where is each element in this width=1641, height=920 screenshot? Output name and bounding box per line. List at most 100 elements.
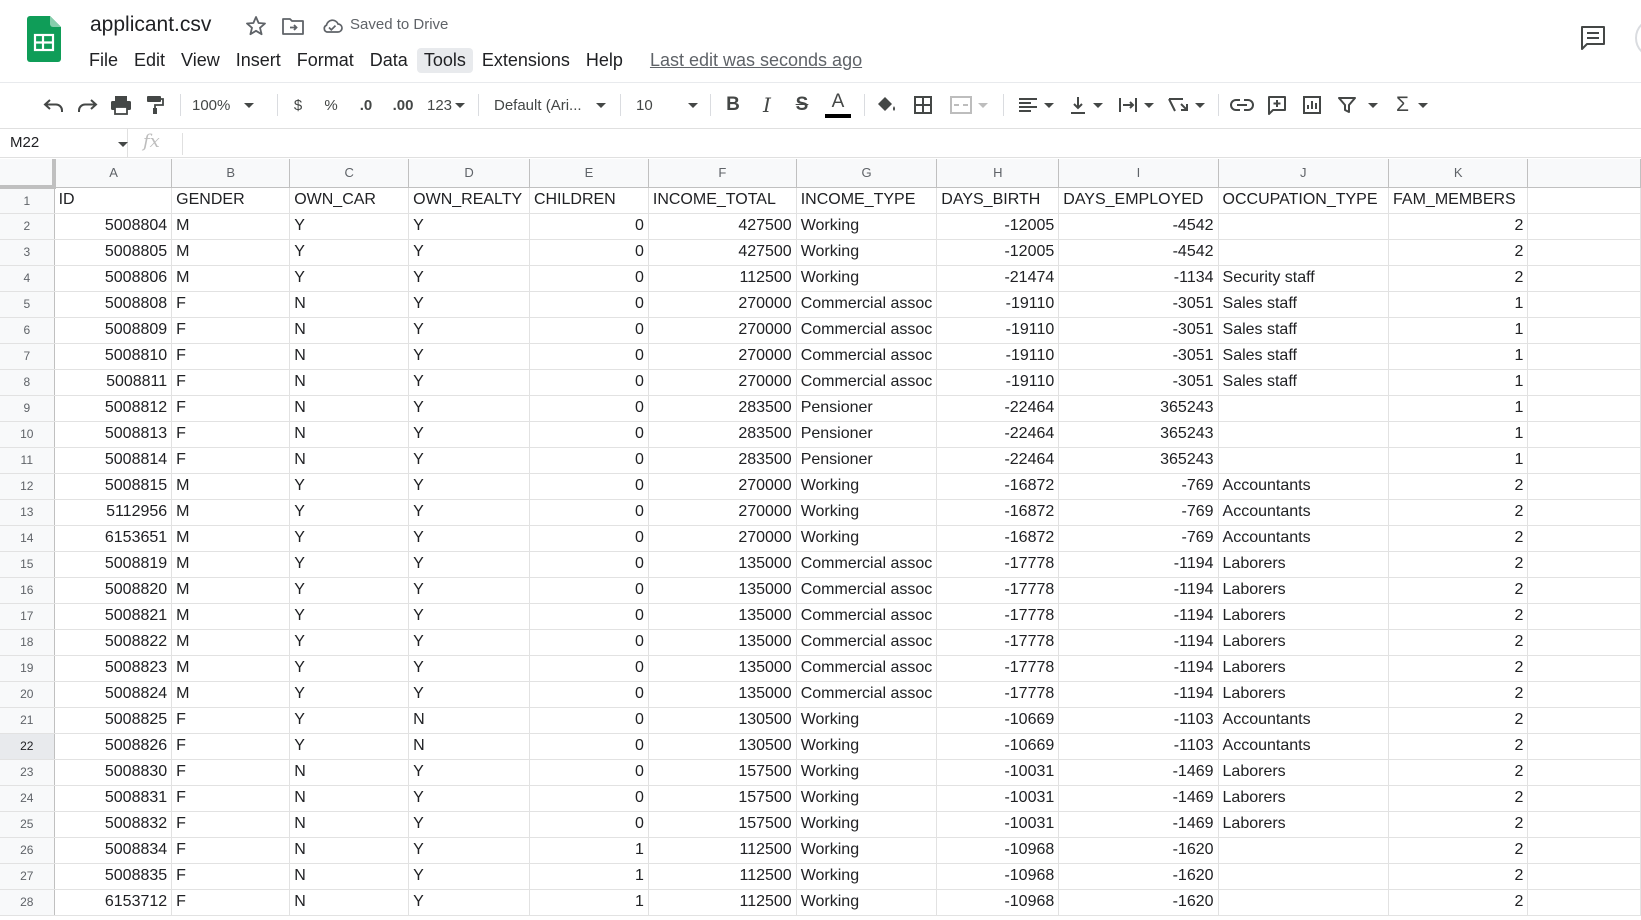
- cell[interactable]: [1527, 603, 1641, 630]
- cell[interactable]: Laborers: [1218, 681, 1390, 708]
- cell[interactable]: 2: [1388, 811, 1529, 838]
- cell[interactable]: Working: [796, 239, 938, 266]
- menu-format[interactable]: Format: [290, 48, 361, 73]
- cell[interactable]: 365243: [1058, 421, 1219, 448]
- cell[interactable]: Pensioner: [796, 421, 938, 448]
- header-cell[interactable]: INCOME_TOTAL: [648, 187, 797, 214]
- cell[interactable]: Commercial assoc: [796, 343, 938, 370]
- cell[interactable]: 135000: [648, 655, 797, 682]
- cell[interactable]: -16872: [936, 525, 1060, 552]
- redo-button[interactable]: [73, 91, 101, 119]
- cell[interactable]: 1: [1388, 369, 1529, 396]
- cell[interactable]: Working: [796, 473, 938, 500]
- cell[interactable]: Y: [408, 889, 530, 916]
- cell[interactable]: -22464: [936, 395, 1060, 422]
- cell[interactable]: 2: [1388, 577, 1529, 604]
- cell[interactable]: [1527, 343, 1641, 370]
- fill-color-button[interactable]: [873, 91, 901, 119]
- cell[interactable]: [1218, 421, 1390, 448]
- cell[interactable]: Working: [796, 837, 938, 864]
- currency-format-button[interactable]: $: [287, 91, 309, 119]
- cell[interactable]: 0: [529, 447, 649, 474]
- cell[interactable]: Y: [408, 759, 530, 786]
- cell[interactable]: Y: [408, 239, 530, 266]
- cell[interactable]: Working: [796, 265, 938, 292]
- cell[interactable]: Working: [796, 499, 938, 526]
- cell[interactable]: 1: [1388, 317, 1529, 344]
- cell[interactable]: -19110: [936, 369, 1060, 396]
- column-header-f[interactable]: F: [648, 159, 797, 188]
- cell[interactable]: [1218, 837, 1390, 864]
- cell[interactable]: F: [171, 785, 291, 812]
- cell[interactable]: 2: [1388, 239, 1529, 266]
- header-cell[interactable]: DAYS_BIRTH: [936, 187, 1060, 214]
- menu-extensions[interactable]: Extensions: [475, 48, 577, 73]
- text-wrap-button[interactable]: [1114, 91, 1158, 119]
- column-header-overflow[interactable]: [1527, 159, 1641, 188]
- cell[interactable]: 270000: [648, 369, 797, 396]
- cell[interactable]: 5008811: [54, 369, 173, 396]
- cell[interactable]: -17778: [936, 551, 1060, 578]
- cell[interactable]: Commercial assoc: [796, 317, 938, 344]
- row-header[interactable]: 15: [0, 551, 55, 578]
- cell[interactable]: 2: [1388, 525, 1529, 552]
- cell[interactable]: M: [171, 265, 291, 292]
- cell[interactable]: Working: [796, 889, 938, 916]
- cell[interactable]: [1218, 889, 1390, 916]
- cell[interactable]: 0: [529, 785, 649, 812]
- column-header-j[interactable]: J: [1218, 159, 1390, 188]
- cell[interactable]: Y: [408, 265, 530, 292]
- cell[interactable]: 0: [529, 629, 649, 656]
- cell[interactable]: N: [289, 759, 410, 786]
- cell[interactable]: M: [171, 577, 291, 604]
- cell[interactable]: 5008824: [54, 681, 173, 708]
- increase-decimal-button[interactable]: .00: [386, 91, 420, 119]
- cell[interactable]: Working: [796, 525, 938, 552]
- cell[interactable]: [1218, 239, 1390, 266]
- cell[interactable]: [1527, 655, 1641, 682]
- cell[interactable]: N: [289, 837, 410, 864]
- cell[interactable]: Y: [289, 603, 410, 630]
- cell[interactable]: 1: [1388, 343, 1529, 370]
- row-header[interactable]: 8: [0, 369, 55, 396]
- cell[interactable]: F: [171, 889, 291, 916]
- cell[interactable]: 0: [529, 473, 649, 500]
- cell[interactable]: Commercial assoc: [796, 369, 938, 396]
- cell[interactable]: Y: [408, 785, 530, 812]
- paint-format-button[interactable]: [141, 91, 169, 119]
- cell[interactable]: [1527, 291, 1641, 318]
- row-header[interactable]: 2: [0, 213, 55, 240]
- cell[interactable]: -1194: [1058, 577, 1219, 604]
- row-header[interactable]: 13: [0, 499, 55, 526]
- cell[interactable]: -21474: [936, 265, 1060, 292]
- cell[interactable]: Y: [289, 707, 410, 734]
- cell[interactable]: M: [171, 629, 291, 656]
- cell[interactable]: M: [171, 525, 291, 552]
- cell[interactable]: Sales staff: [1218, 369, 1390, 396]
- cell[interactable]: -12005: [936, 213, 1060, 240]
- functions-button[interactable]: Σ: [1390, 91, 1434, 119]
- cell[interactable]: Commercial assoc: [796, 577, 938, 604]
- cell[interactable]: F: [171, 707, 291, 734]
- cell[interactable]: -1620: [1058, 889, 1219, 916]
- row-header[interactable]: 7: [0, 343, 55, 370]
- cell[interactable]: 5008810: [54, 343, 173, 370]
- cell[interactable]: Commercial assoc: [796, 655, 938, 682]
- font-size-select[interactable]: 10: [636, 91, 698, 119]
- cell[interactable]: 112500: [648, 863, 797, 890]
- cell[interactable]: 5008805: [54, 239, 173, 266]
- cell[interactable]: 0: [529, 369, 649, 396]
- cell[interactable]: -10031: [936, 785, 1060, 812]
- cell[interactable]: 427500: [648, 239, 797, 266]
- cell[interactable]: 2: [1388, 759, 1529, 786]
- cell[interactable]: Sales staff: [1218, 343, 1390, 370]
- cell[interactable]: -1194: [1058, 655, 1219, 682]
- cell[interactable]: Y: [289, 265, 410, 292]
- cell[interactable]: -1194: [1058, 551, 1219, 578]
- cell[interactable]: -1469: [1058, 811, 1219, 838]
- cell[interactable]: 2: [1388, 681, 1529, 708]
- cell[interactable]: Laborers: [1218, 811, 1390, 838]
- cell[interactable]: -19110: [936, 317, 1060, 344]
- cell[interactable]: F: [171, 395, 291, 422]
- cell[interactable]: -3051: [1058, 291, 1219, 318]
